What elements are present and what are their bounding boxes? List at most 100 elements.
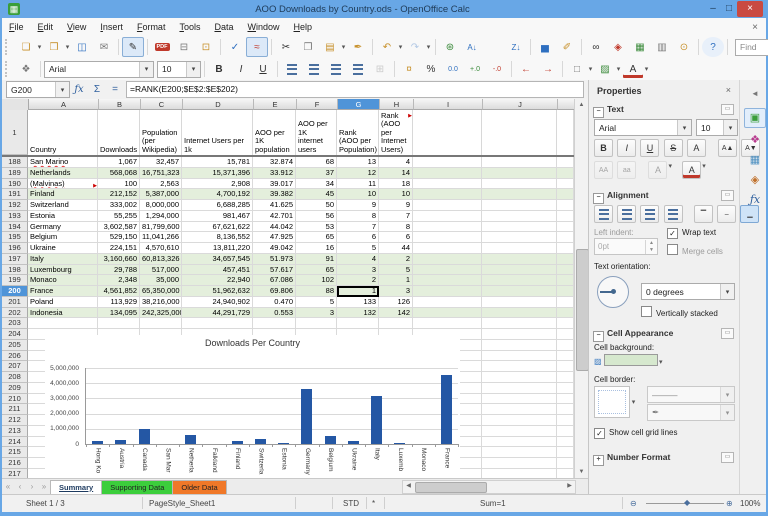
cell-G197[interactable]: 4 [337, 253, 379, 265]
expand-icon[interactable]: + [593, 455, 604, 466]
wrap-text-option[interactable]: Wrap text [667, 228, 716, 239]
cell-K196[interactable] [557, 243, 574, 254]
cell-F200[interactable]: 88 [296, 286, 337, 297]
last-sheet-icon[interactable]: » [38, 481, 50, 493]
cell-J201[interactable] [482, 296, 557, 308]
page-preview-icon[interactable]: ⊡ [195, 37, 217, 57]
cell-E197[interactable]: 51.973 [253, 253, 296, 265]
cell-G192[interactable]: 9 [337, 200, 379, 211]
text-section-header[interactable]: − Text [593, 104, 624, 118]
cell-K210[interactable] [557, 393, 574, 405]
cell-F192[interactable]: 50 [296, 200, 337, 211]
cell-I201[interactable] [413, 296, 482, 308]
equals-icon[interactable]: = [106, 82, 124, 98]
cell-J192[interactable] [482, 200, 557, 211]
cell-J211[interactable] [482, 404, 557, 415]
redo-dropdown-icon[interactable]: ▾ [425, 43, 432, 51]
cell-K200[interactable] [557, 286, 574, 297]
cell-I194[interactable] [413, 221, 482, 233]
number-format-section-header[interactable]: + Number Format [593, 452, 670, 466]
row-header-208[interactable]: 208 [2, 372, 28, 383]
sort-descending-icon[interactable]: Z↓ [505, 37, 527, 57]
name-box-dropdown-icon[interactable]: ▾ [55, 82, 69, 97]
row-header-210[interactable]: 210 [2, 393, 28, 405]
cell-A192[interactable]: Switzerland [28, 200, 98, 211]
border-dropdown-icon[interactable]: ▾ [630, 398, 637, 406]
help-icon[interactable]: ? [702, 37, 724, 57]
cell-J204[interactable] [482, 329, 557, 340]
sidebar-font-size-combobox[interactable]: 10 ▾ [696, 119, 738, 136]
redo-icon[interactable]: ↷ [404, 37, 426, 57]
data-sources-icon[interactable]: ▥ [651, 37, 673, 57]
cell-J199[interactable] [482, 275, 557, 286]
cell-I193[interactable] [413, 210, 482, 222]
cell-D199[interactable]: 22,940 [182, 275, 253, 286]
embedded-chart[interactable]: Downloads Per Country 0 1,000,000 2,000,00… [45, 335, 460, 478]
sidebar-underline-icon[interactable]: U [640, 139, 660, 157]
wrap-text-checkbox[interactable] [667, 228, 678, 239]
cell-C199[interactable]: 35,000 [140, 275, 182, 286]
cell-H188[interactable]: 4 [379, 157, 413, 168]
cell-H189[interactable]: 14 [379, 167, 413, 179]
email-icon[interactable]: ✉ [93, 37, 115, 57]
cell-K195[interactable] [557, 232, 574, 243]
cell-J206[interactable] [482, 350, 557, 362]
cell-J200[interactable] [482, 286, 557, 297]
cell-D192[interactable]: 6,688,285 [182, 200, 253, 211]
show-draw-functions-icon[interactable]: ✐ [556, 37, 578, 57]
column-header-J[interactable]: J [483, 99, 558, 110]
cell-B203[interactable] [98, 318, 140, 329]
cell-A191[interactable]: Finland [28, 189, 98, 200]
vertical-scrollbar[interactable]: ▲ ▼ [574, 99, 588, 478]
cell-B196[interactable]: 224,151 [98, 243, 140, 254]
cell-K212[interactable] [557, 415, 574, 426]
cell-E198[interactable]: 57.617 [253, 264, 296, 276]
function-wizard-icon[interactable]: ƒx [70, 82, 88, 98]
header-cell-D1[interactable]: Internet Users per 1k [182, 110, 253, 155]
cell-J208[interactable] [482, 372, 557, 383]
vertically-stacked-option[interactable]: Vertically stacked [641, 306, 718, 318]
cell-H195[interactable]: 6 [379, 232, 413, 243]
cell-J215[interactable] [482, 447, 557, 458]
cell-F190[interactable]: 34 [296, 178, 337, 190]
page-style[interactable]: PageStyle_Sheet1 [149, 499, 215, 508]
navigator-icon[interactable]: ◈ [607, 37, 629, 57]
collapse-icon[interactable]: − [593, 107, 604, 118]
row-header-197[interactable]: 197 [2, 253, 28, 265]
cell-C202[interactable]: 242,325,000 [140, 307, 182, 319]
cell-J195[interactable] [482, 232, 557, 243]
cell-H203[interactable] [379, 318, 413, 329]
cell-G203[interactable] [337, 318, 379, 329]
cell-D190[interactable]: 2,908 [182, 178, 253, 190]
cell-G200[interactable]: 1 [337, 286, 379, 297]
chart-bar-italy[interactable] [371, 396, 383, 444]
sum-icon[interactable]: Σ [88, 82, 106, 98]
cell-D197[interactable]: 34,657,545 [182, 253, 253, 265]
cell-B192[interactable]: 333,002 [98, 200, 140, 211]
cell-I200[interactable] [413, 286, 482, 297]
increase-indent-icon[interactable]: → [537, 59, 559, 79]
cell-K201[interactable] [557, 296, 574, 308]
chart-bar-ukraine[interactable] [347, 440, 359, 444]
cell-E196[interactable]: 49.042 [253, 243, 296, 254]
cell-J194[interactable] [482, 221, 557, 233]
row-header-215[interactable]: 215 [2, 447, 28, 458]
cell-border-picker[interactable] [594, 386, 630, 418]
column-header-K[interactable] [558, 99, 575, 110]
standard-format-icon[interactable]: 0.0 [442, 59, 464, 79]
row-header-194[interactable]: 194 [2, 221, 28, 233]
row-header-198[interactable]: 198 [2, 264, 28, 276]
zoom-in-icon[interactable]: ⊕ [726, 499, 733, 508]
cell-D203[interactable] [182, 318, 253, 329]
cell-B191[interactable]: 212,152 [98, 189, 140, 200]
cell-J197[interactable] [482, 253, 557, 265]
horizontal-scrollbar-thumb[interactable] [415, 482, 487, 493]
cell-H193[interactable]: 7 [379, 210, 413, 222]
export-pdf-icon[interactable]: PDF [151, 37, 173, 57]
font-size-dropdown-icon[interactable]: ▾ [186, 61, 200, 77]
scroll-down-icon[interactable]: ▼ [575, 466, 588, 478]
cell-J205[interactable] [482, 339, 557, 351]
cell-J196[interactable] [482, 243, 557, 254]
collapse-icon[interactable]: − [593, 331, 604, 342]
bold-icon[interactable]: B [208, 59, 230, 79]
